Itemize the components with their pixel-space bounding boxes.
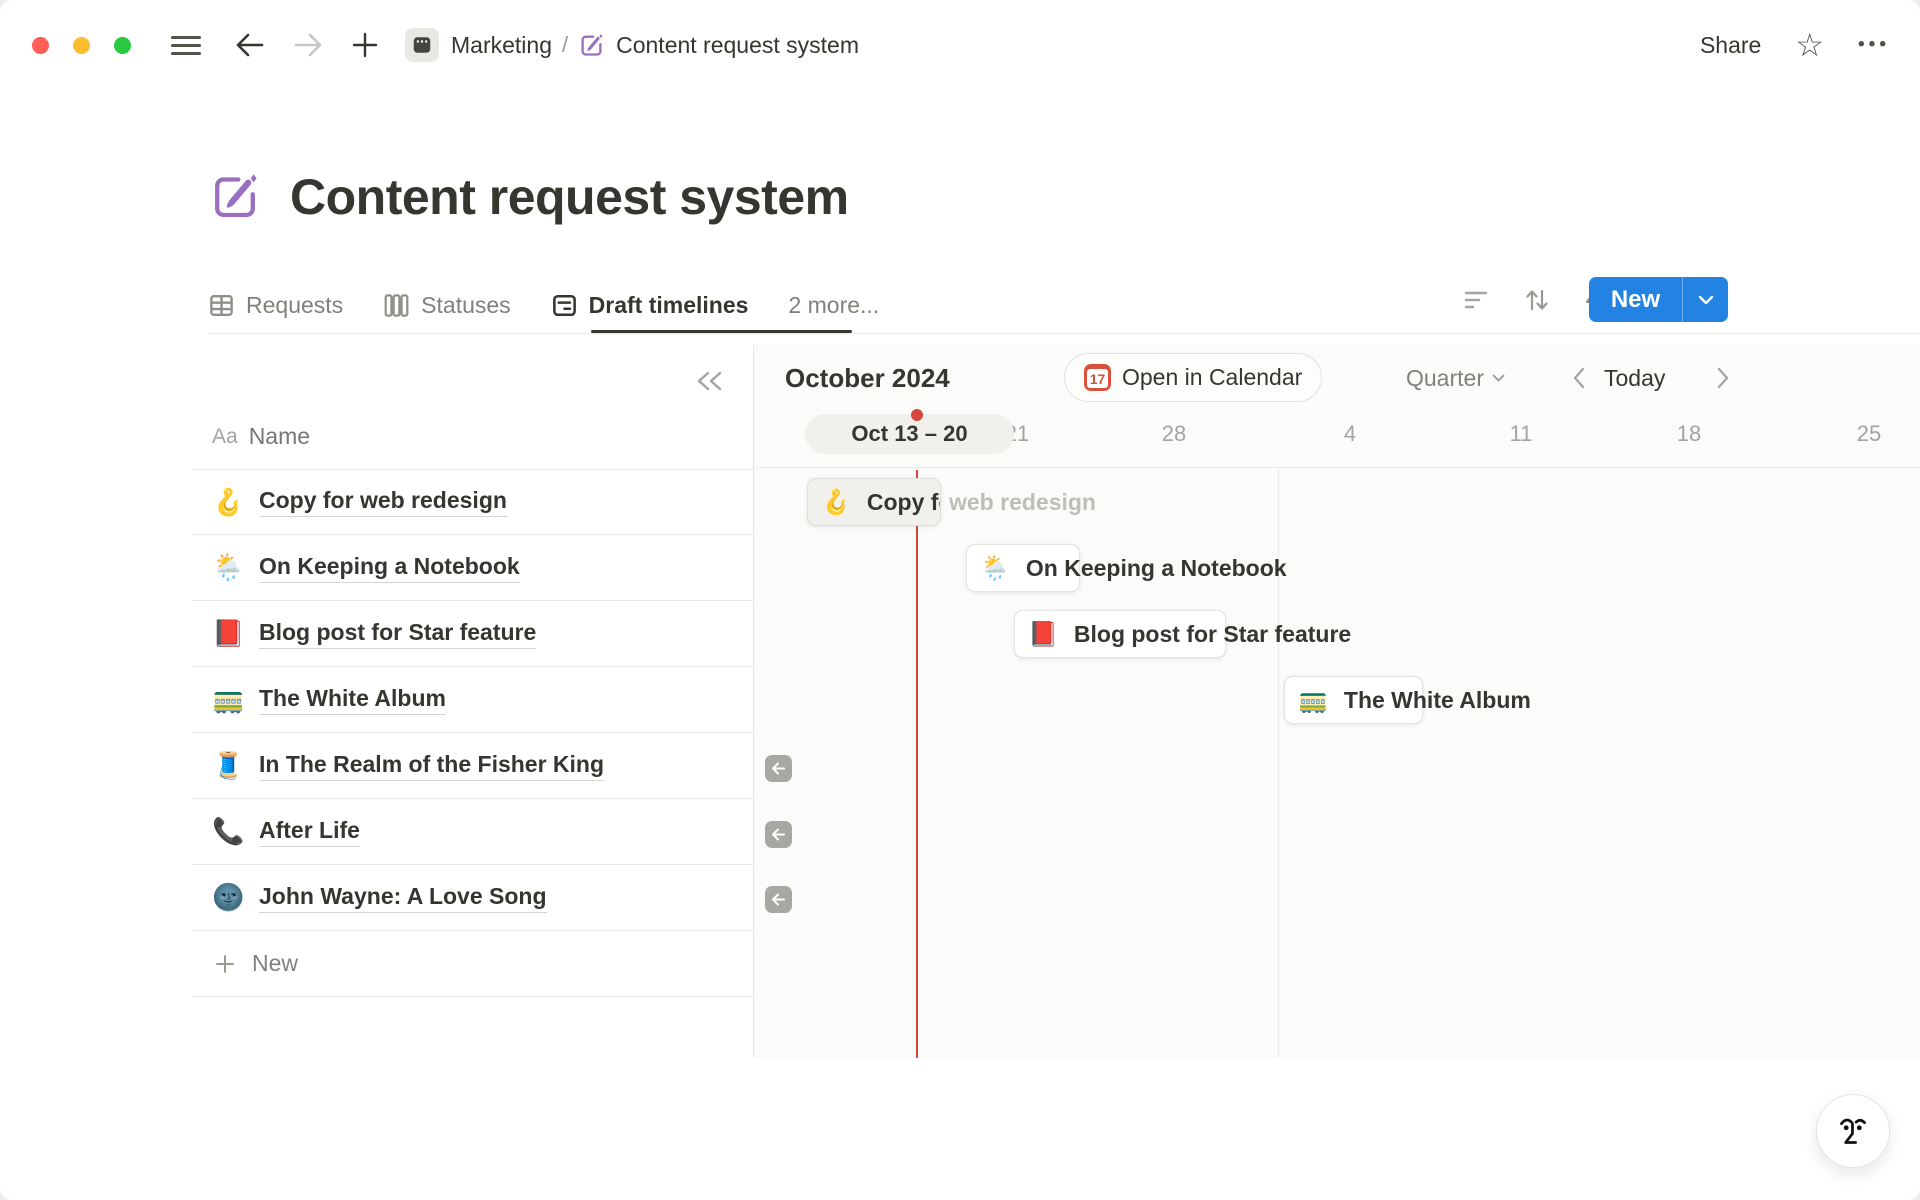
- timeline-view-icon: [551, 292, 578, 319]
- sort-icon[interactable]: [1524, 287, 1550, 313]
- workspace-icon[interactable]: [405, 28, 439, 62]
- name-column-header[interactable]: Aa Name: [212, 423, 310, 450]
- table-row[interactable]: 🚃 The White Album: [192, 667, 753, 733]
- chevron-down-icon: [1698, 295, 1714, 305]
- timeline-bar-on-keeping-a-notebook[interactable]: 🌦️ On Keeping a Notebook: [966, 544, 1080, 592]
- scroll-to-bar-left-arrow[interactable]: [765, 755, 792, 782]
- new-record-split-button: New: [1589, 277, 1728, 322]
- row-emoji-icon: 🌦️: [212, 552, 244, 583]
- timeline-zoom-select[interactable]: Quarter: [1406, 365, 1505, 392]
- timeline-month-label: October 2024: [785, 363, 950, 394]
- tab-draft-timelines[interactable]: Draft timelines: [551, 292, 749, 319]
- breadcrumb: Marketing / Content request system: [405, 28, 859, 62]
- chevron-down-icon: [1492, 374, 1505, 383]
- table-row[interactable]: 🧵 In The Realm of the Fisher King: [192, 733, 753, 799]
- table-row[interactable]: 📕 Blog post for Star feature: [192, 601, 753, 667]
- bar-emoji-icon: 📕: [1028, 620, 1058, 649]
- scroll-to-bar-left-arrow[interactable]: [765, 821, 792, 848]
- back-arrow-icon[interactable]: [235, 32, 265, 58]
- tab-statuses[interactable]: Statuses: [383, 292, 511, 319]
- active-tab-underline: [591, 330, 852, 333]
- previous-period-chevron[interactable]: [1572, 367, 1586, 389]
- table-panel: Aa Name 🪝 Copy for web redesign 🌦️ On Ke…: [192, 345, 753, 1058]
- breadcrumb-page[interactable]: Content request system: [616, 32, 859, 59]
- scroll-to-bar-left-arrow[interactable]: [765, 886, 792, 913]
- row-emoji-icon: 🌚: [212, 882, 244, 913]
- open-in-calendar-button[interactable]: 17 Open in Calendar: [1064, 353, 1322, 402]
- bar-emoji-icon: 🚃: [1298, 686, 1328, 715]
- new-page-plus-icon[interactable]: [351, 31, 379, 59]
- notion-window: Marketing / Content request system Share…: [0, 0, 1920, 1200]
- row-emoji-icon: 🪝: [212, 487, 244, 518]
- traffic-lights: [32, 37, 131, 54]
- today-button[interactable]: Today: [1604, 365, 1665, 392]
- table-view-icon: [208, 292, 235, 319]
- more-options-icon[interactable]: •••: [1858, 34, 1890, 56]
- row-title[interactable]: After Life: [259, 817, 360, 847]
- row-title[interactable]: On Keeping a Notebook: [259, 553, 520, 583]
- column-name-label: Name: [249, 423, 310, 450]
- table-row[interactable]: 🪝 Copy for web redesign: [192, 469, 753, 535]
- bar-emoji-icon: 🌦️: [980, 554, 1010, 583]
- zoom-window-button[interactable]: [114, 37, 131, 54]
- sidebar-menu-icon[interactable]: [171, 31, 201, 60]
- close-window-button[interactable]: [32, 37, 49, 54]
- row-emoji-icon: 🧵: [212, 750, 244, 781]
- timeline-view: October 2024 17 Open in Calendar Quarter…: [753, 345, 1920, 1058]
- current-week-pill: Oct 13 – 20: [805, 414, 1014, 454]
- minimize-window-button[interactable]: [73, 37, 90, 54]
- today-line: [916, 470, 918, 1058]
- new-button-dropdown[interactable]: [1683, 277, 1728, 322]
- share-button[interactable]: Share: [1700, 32, 1761, 59]
- tab-more-views[interactable]: 2 more...: [788, 292, 879, 319]
- page-memo-icon: [578, 32, 605, 59]
- next-period-chevron[interactable]: [1716, 367, 1730, 389]
- new-row-button[interactable]: New: [192, 931, 753, 997]
- timeline-bar-copy-for-web-redesign[interactable]: 🪝 Copy for: [807, 478, 941, 526]
- bar-ghost-label: web redesign: [949, 478, 1096, 526]
- breadcrumb-workspace[interactable]: Marketing: [451, 32, 552, 59]
- forward-arrow-icon[interactable]: [293, 32, 323, 58]
- week-tick: 28: [1162, 414, 1186, 454]
- week-tick: 4: [1344, 414, 1356, 454]
- new-record-button[interactable]: New: [1589, 277, 1682, 322]
- row-emoji-icon: 📕: [212, 618, 244, 649]
- timeline-bar-blog-post-for-star-feature[interactable]: 📕 Blog post for Star feature: [1014, 610, 1226, 658]
- tab-divider: [208, 333, 1920, 334]
- timeline-bar-the-white-album[interactable]: 🚃 The White Album: [1284, 676, 1423, 724]
- page-title-memo-icon[interactable]: [208, 170, 262, 224]
- row-title[interactable]: The White Album: [259, 685, 446, 715]
- row-title[interactable]: John Wayne: A Love Song: [259, 883, 547, 913]
- timeline-grid-top-line: [754, 467, 1920, 468]
- collapse-panel-icon[interactable]: [694, 369, 724, 393]
- table-row[interactable]: 🌦️ On Keeping a Notebook: [192, 535, 753, 601]
- page-title[interactable]: Content request system: [290, 168, 849, 226]
- plus-icon: [214, 953, 236, 975]
- row-title[interactable]: Copy for web redesign: [259, 487, 507, 517]
- today-dot: [911, 409, 923, 421]
- breadcrumb-separator: /: [562, 32, 568, 58]
- row-title[interactable]: Blog post for Star feature: [259, 619, 536, 649]
- tab-requests[interactable]: Requests: [208, 292, 343, 319]
- calendar-icon: 17: [1084, 364, 1111, 391]
- row-title[interactable]: In The Realm of the Fisher King: [259, 751, 604, 781]
- table-row[interactable]: 🌚 John Wayne: A Love Song: [192, 865, 753, 931]
- favorite-star-icon[interactable]: ☆: [1795, 29, 1824, 61]
- text-property-icon: Aa: [212, 425, 238, 449]
- week-tick: 18: [1677, 414, 1701, 454]
- notion-ai-button[interactable]: [1816, 1094, 1890, 1168]
- row-emoji-icon: 🚃: [212, 684, 244, 715]
- week-tick: 25: [1857, 414, 1881, 454]
- board-view-icon: [383, 292, 410, 319]
- filter-icon[interactable]: [1464, 289, 1490, 311]
- row-emoji-icon: 📞: [212, 816, 244, 847]
- week-tick: 11: [1510, 414, 1533, 454]
- bar-emoji-icon: 🪝: [821, 488, 851, 517]
- ai-face-icon: [1832, 1110, 1874, 1152]
- window-topbar: Marketing / Content request system Share…: [0, 0, 1920, 90]
- table-row[interactable]: 📞 After Life: [192, 799, 753, 865]
